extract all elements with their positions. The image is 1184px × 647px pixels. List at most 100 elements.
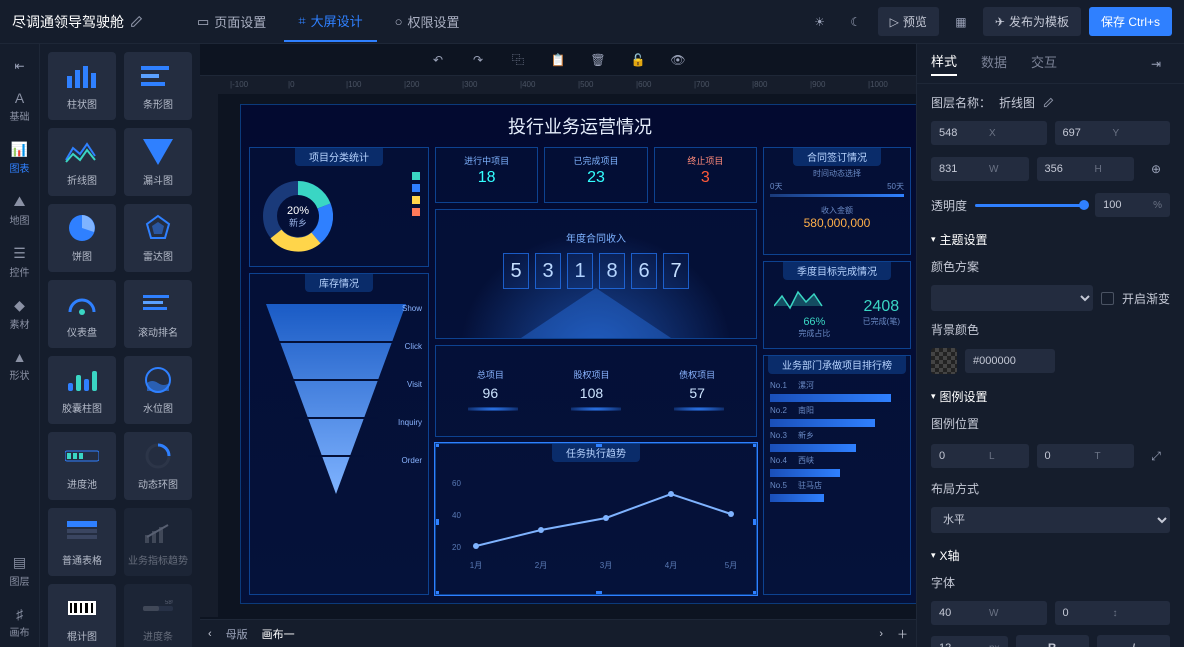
stat-inprogress[interactable]: 进行中项目18 xyxy=(435,147,538,203)
palette-bar-chart[interactable]: 柱状图 xyxy=(48,52,116,120)
svg-text:1月: 1月 xyxy=(470,561,482,570)
tab-big-screen[interactable]: ⌗大屏设计 xyxy=(284,1,376,42)
next-canvas-icon[interactable]: › xyxy=(879,628,883,640)
copy-icon[interactable]: ⿻ xyxy=(504,46,532,74)
panel-stock[interactable]: 库存情况 Show Click Visit xyxy=(249,273,429,595)
palette-progress2[interactable]: 58%进度条 xyxy=(124,584,192,647)
preview-button[interactable]: ▷ 预览 xyxy=(878,7,939,36)
gradient-checkbox[interactable] xyxy=(1101,292,1114,305)
delete-icon[interactable]: 🗑 xyxy=(584,46,612,74)
section-legend[interactable]: 图例设置 xyxy=(931,388,1170,405)
stat-stopped[interactable]: 终止项目3 xyxy=(654,147,757,203)
color-scheme-select[interactable] xyxy=(931,285,1093,311)
panel-classify[interactable]: 项目分类统计 20% 新乡 xyxy=(249,147,429,267)
panel-rank[interactable]: 业务部门承做项目排行榜 No.1漯河 No.2南阳 No.3新乡 No.4西峡 … xyxy=(763,355,911,595)
palette-scroll-rank[interactable]: 滚动排名 xyxy=(124,280,192,348)
palette-hbar-chart[interactable]: 条形图 xyxy=(124,52,192,120)
tab-canvas1[interactable]: 画布一 xyxy=(262,626,295,642)
lock-icon[interactable]: 🔓 xyxy=(624,46,652,74)
font-w-input[interactable]: W xyxy=(931,601,1047,625)
palette-trend[interactable]: 业务指标趋势 xyxy=(124,508,192,576)
rail-basic[interactable]: A基础 xyxy=(2,82,38,131)
stat-row: 进行中项目18 已完成项目23 终止项目3 xyxy=(435,147,757,203)
collapse-panel-icon[interactable]: ⇥ xyxy=(1142,50,1170,78)
props-tab-data[interactable]: 数据 xyxy=(981,52,1007,75)
collapse-rail-icon[interactable]: ⇤ xyxy=(6,52,34,80)
donut-label: 新乡 xyxy=(289,217,307,228)
rail-map[interactable]: ⛰地图 xyxy=(2,185,38,235)
save-button[interactable]: 保存 Ctrl+s xyxy=(1089,7,1172,36)
bold-button[interactable]: B xyxy=(1016,635,1089,647)
theme-light-icon[interactable]: ☀ xyxy=(806,8,834,36)
component-palette: 柱状图 条形图 折线图 漏斗图 饼图 雷达图 仪表盘 滚动排名 胶囊柱图 水位图… xyxy=(40,44,200,647)
dashboard-canvas[interactable]: 投行业务运营情况 项目分类统计 20% 新乡 xyxy=(240,104,916,604)
palette-line-chart[interactable]: 折线图 xyxy=(48,128,116,196)
svg-text:5月: 5月 xyxy=(725,561,737,570)
palette-pie-chart[interactable]: 饼图 xyxy=(48,204,116,272)
palette-funnel-chart[interactable]: 漏斗图 xyxy=(124,128,192,196)
rail-canvas[interactable]: ♯画布 xyxy=(2,598,38,647)
prev-canvas-icon[interactable]: ‹ xyxy=(208,628,212,640)
rail-chart[interactable]: 📊图表 xyxy=(2,133,38,183)
ruler-horizontal: |-100|0|100|200|300|400|500|600|700|800|… xyxy=(200,76,916,94)
palette-radar-chart[interactable]: 雷达图 xyxy=(124,204,192,272)
palette-dynamic-ring[interactable]: 动态环图 xyxy=(124,432,192,500)
section-xaxis[interactable]: X轴 xyxy=(931,547,1170,564)
svg-text:40: 40 xyxy=(452,511,461,520)
tab-page-settings[interactable]: ▭页面设置 xyxy=(183,1,280,42)
dashboard-title: 投行业务运营情况 xyxy=(241,105,916,147)
undo-icon[interactable]: ↶ xyxy=(424,46,452,74)
legend-l-input[interactable]: L xyxy=(931,444,1029,468)
input-h[interactable]: H xyxy=(1037,157,1135,181)
input-w[interactable]: W xyxy=(931,157,1029,181)
props-tab-interact[interactable]: 交互 xyxy=(1031,52,1057,75)
visible-icon[interactable]: 👁 xyxy=(664,46,692,74)
palette-capsule-bar[interactable]: 胶囊柱图 xyxy=(48,356,116,424)
layout-select[interactable]: 水平 xyxy=(931,507,1170,533)
italic-button[interactable]: I xyxy=(1097,635,1170,647)
tab-master[interactable]: 母版 xyxy=(226,626,248,642)
svg-text:3月: 3月 xyxy=(600,561,612,570)
palette-table[interactable]: 普通表格 xyxy=(48,508,116,576)
panel-quarter[interactable]: 季度目标完成情况 66% 完成占比 2408 已完成(笔) xyxy=(763,261,911,349)
font-px-input[interactable]: px xyxy=(931,636,1008,647)
paste-icon[interactable]: 📋 xyxy=(544,46,572,74)
tab-permissions[interactable]: ○权限设置 xyxy=(381,1,474,42)
svg-text:2月: 2月 xyxy=(535,561,547,570)
panel-task-trend[interactable]: 任务执行趋势 60 40 20 1月 2月 3月 4月 xyxy=(435,443,757,595)
rail-shape[interactable]: ▲形状 xyxy=(2,341,38,390)
edit-icon[interactable] xyxy=(130,15,143,28)
svg-text:4月: 4月 xyxy=(665,561,677,570)
palette-water-level[interactable]: 水位图 xyxy=(124,356,192,424)
input-y[interactable]: Y xyxy=(1055,121,1171,145)
opacity-input[interactable]: % xyxy=(1095,193,1170,217)
opacity-slider[interactable] xyxy=(975,204,1087,207)
palette-strip[interactable]: 棍计图 xyxy=(48,584,116,647)
legend-align-icon[interactable]: ⤢ xyxy=(1142,442,1170,470)
stat-done[interactable]: 已完成项目23 xyxy=(544,147,647,203)
add-canvas-icon[interactable]: ＋ xyxy=(897,626,908,642)
panel-contract[interactable]: 合同签订情况 时间动态选择 0天50天 收入金额 580,000,000 xyxy=(763,147,911,255)
publish-template-button[interactable]: ✈ 发布为模板 xyxy=(983,7,1081,36)
redo-icon[interactable]: ↷ xyxy=(464,46,492,74)
bg-color-swatch[interactable] xyxy=(931,348,957,374)
section-theme[interactable]: 主题设置 xyxy=(931,231,1170,248)
bg-color-input[interactable] xyxy=(965,349,1055,373)
font-offset-input[interactable]: ↕ xyxy=(1055,601,1171,625)
layer-name: 折线图 xyxy=(999,94,1035,111)
edit-icon[interactable] xyxy=(1043,97,1054,108)
legend-t-input[interactable]: T xyxy=(1037,444,1135,468)
palette-progress-pool[interactable]: 进度池 xyxy=(48,432,116,500)
rail-controls[interactable]: ☰控件 xyxy=(2,237,38,287)
doc-title: 尽调通领导驾驶舱 xyxy=(12,12,143,32)
input-x[interactable]: X xyxy=(931,121,1047,145)
rail-material[interactable]: ◆素材 xyxy=(2,289,38,339)
rail-layer[interactable]: ▤图层 xyxy=(2,546,38,596)
panel-annual[interactable]: 年度合同收入 5 3 1 8 6 7 xyxy=(435,209,757,339)
panel-projects[interactable]: 总项目96 股权项目108 债权项目57 xyxy=(435,345,757,437)
palette-gauge[interactable]: 仪表盘 xyxy=(48,280,116,348)
theme-dark-icon[interactable]: ☾ xyxy=(842,8,870,36)
grid-icon[interactable]: ▦ xyxy=(947,8,975,36)
lock-aspect-icon[interactable]: ⊕ xyxy=(1142,155,1170,183)
props-tab-style[interactable]: 样式 xyxy=(931,51,957,76)
